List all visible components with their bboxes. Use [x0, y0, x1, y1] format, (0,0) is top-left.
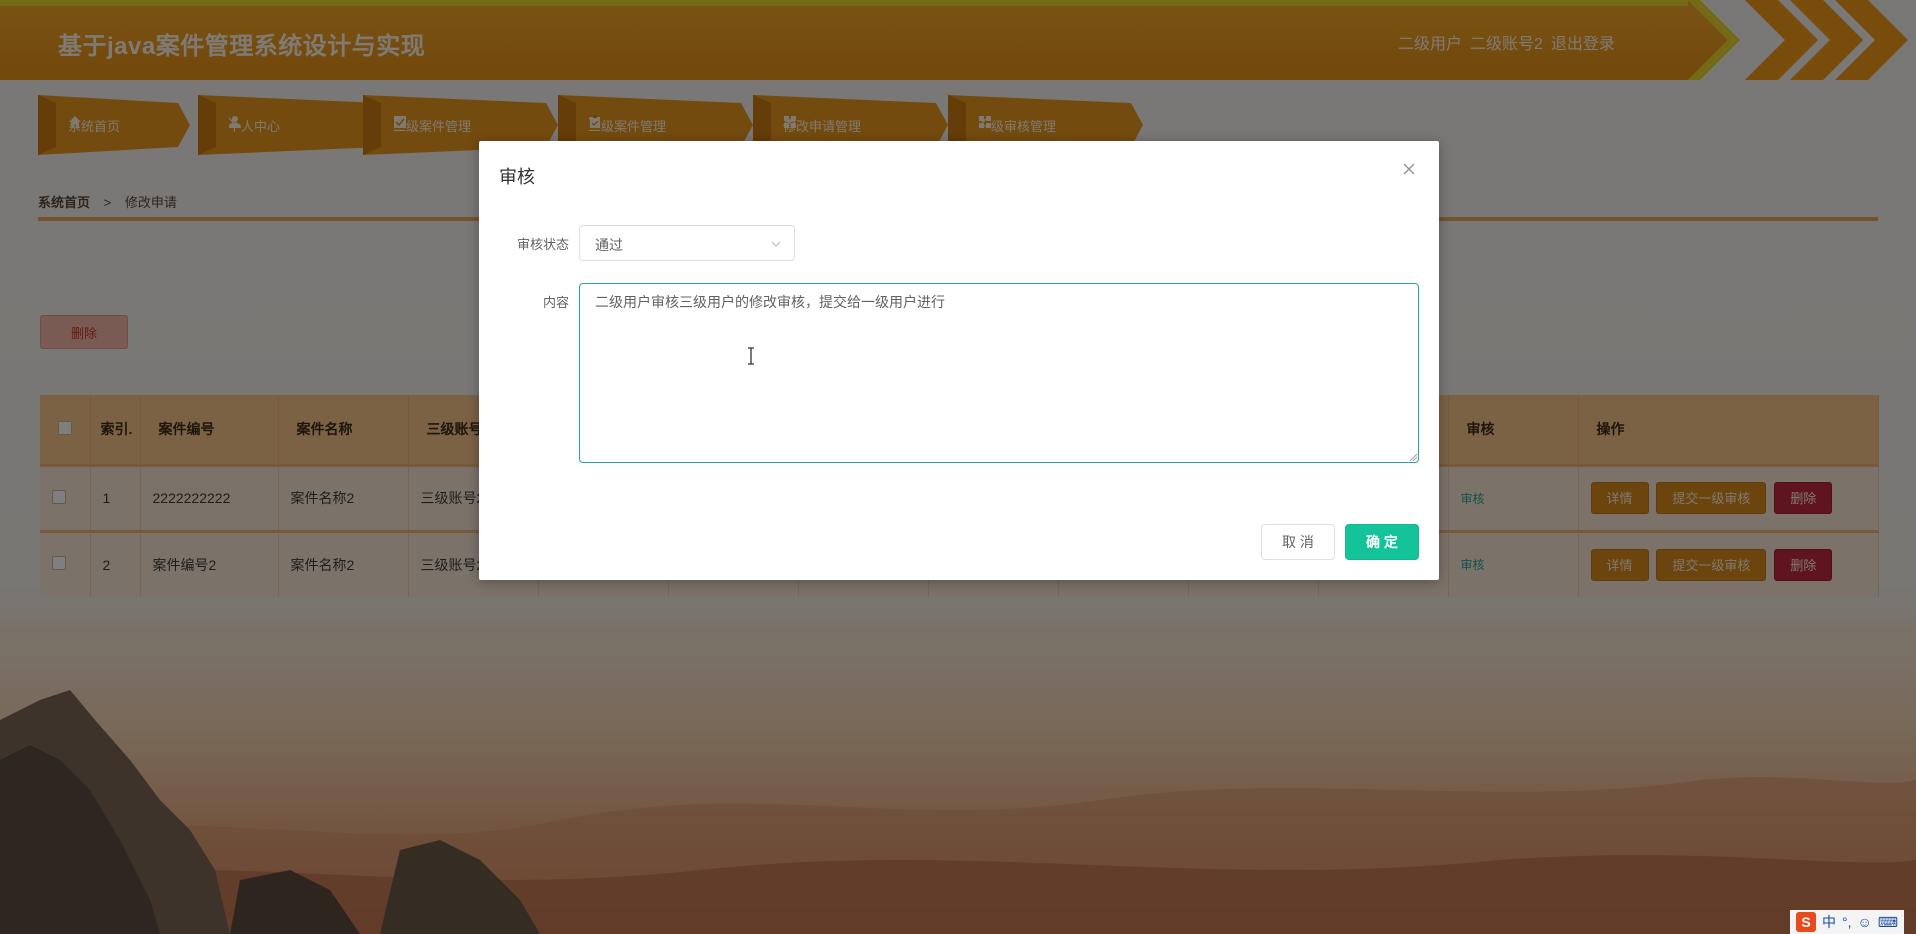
confirm-button[interactable]: 确 定 [1345, 524, 1419, 560]
text-cursor-icon [748, 347, 754, 365]
ime-punct[interactable]: °, [1842, 914, 1852, 930]
status-select-value: 通过 [595, 237, 623, 253]
content-textarea[interactable]: 二级用户审核三级用户的修改审核，提交给一级用户进行 [579, 283, 1419, 463]
dialog-title: 审核 [499, 167, 535, 187]
keyboard-icon[interactable]: ⌨ [1878, 914, 1898, 931]
resize-grip-icon[interactable] [1409, 453, 1418, 462]
cancel-button[interactable]: 取 消 [1261, 524, 1335, 560]
close-icon[interactable] [1401, 161, 1417, 177]
audit-dialog: 审核 审核状态 通过 内容 二级用户审核三级用户的修改审核，提交给一级用户进行 … [479, 141, 1439, 580]
status-select[interactable]: 通过 [579, 225, 795, 261]
ime-logo[interactable]: S [1796, 912, 1816, 932]
ime-toolbar[interactable]: S 中 °, ☺ ⌨ [1790, 910, 1905, 934]
chevron-down-icon [771, 241, 781, 247]
status-label: 审核状态 [516, 237, 569, 252]
content-label: 内容 [542, 295, 569, 310]
smiley-icon[interactable]: ☺ [1858, 914, 1872, 930]
ime-mode[interactable]: 中 [1822, 912, 1836, 932]
